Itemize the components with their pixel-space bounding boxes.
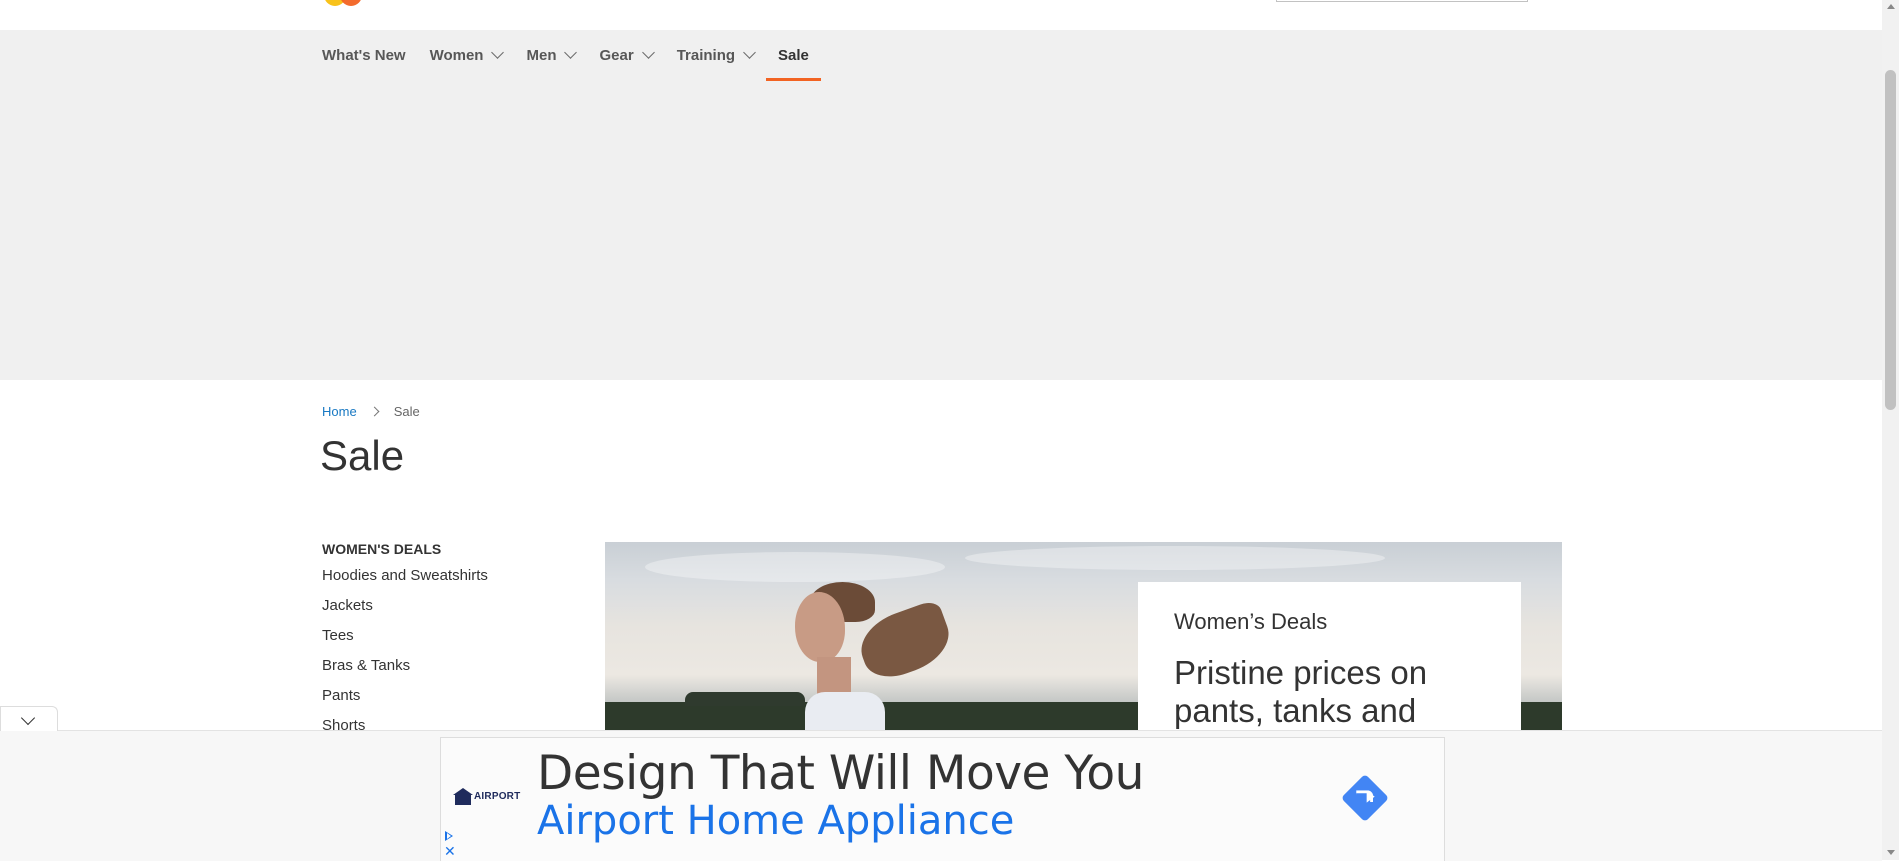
scrollbar-thumb[interactable]	[1885, 70, 1896, 410]
ad-subline[interactable]: Airport Home Appliance	[537, 798, 1014, 844]
nav-item-women[interactable]: Women	[418, 30, 515, 80]
sidebar-item-hoodies[interactable]: Hoodies and Sweatshirts	[322, 566, 562, 596]
sidebar-list: Hoodies and Sweatshirts Jackets Tees Bra…	[322, 566, 562, 746]
chevron-down-icon	[641, 46, 655, 59]
nav-item-label: Training	[676, 46, 736, 64]
sidebar-title: WOMEN'S DEALS	[322, 541, 442, 557]
banner-kicker: Women’s Deals	[1174, 609, 1328, 634]
runner-top-shape	[805, 692, 885, 732]
chevron-right-icon	[369, 406, 380, 417]
advertiser-logo-text: AIRPORT	[474, 791, 521, 802]
sidebar-item-bras-tanks[interactable]: Bras & Tanks	[322, 656, 562, 686]
sidebar-item-pants[interactable]: Pants	[322, 686, 562, 716]
runner-neck-shape	[817, 657, 851, 697]
directions-icon[interactable]	[1340, 773, 1390, 823]
scroll-down-arrow-icon[interactable]	[1887, 850, 1895, 855]
ad-collapse-toggle[interactable]	[0, 706, 58, 731]
chevron-down-icon	[491, 46, 505, 59]
logo-shape-orange	[340, 0, 362, 6]
sidebar-item-jackets[interactable]: Jackets	[322, 596, 562, 626]
nav-item-training[interactable]: Training	[665, 30, 766, 80]
nav-item-whats-new[interactable]: What's New	[322, 30, 418, 80]
womens-deals-banner[interactable]: Women’s Deals Pristine prices on pants, …	[605, 542, 1562, 732]
nav-item-sale[interactable]: Sale	[766, 30, 821, 81]
chevron-down-icon	[743, 46, 756, 59]
search-input[interactable]	[1276, 0, 1528, 2]
advertisement[interactable]: AIRPORT Design That Will Move You Airpor…	[440, 737, 1445, 861]
chevron-down-icon	[20, 710, 36, 726]
nav-item-label: Sale	[778, 46, 809, 64]
ad-choices-icon[interactable]	[444, 830, 454, 842]
house-icon	[453, 788, 473, 805]
category-sidebar: WOMEN'S DEALS Hoodies and Sweatshirts Ja…	[322, 541, 562, 746]
nav-item-label: Women	[429, 46, 484, 64]
sidebar-item-tees[interactable]: Tees	[322, 626, 562, 656]
nav-menu: What's New Women Men Gear Training Sale	[322, 30, 821, 81]
banner-headline: Pristine prices on pants, tanks and	[1174, 654, 1428, 729]
ad-headline[interactable]: Design That Will Move You	[537, 746, 1144, 801]
close-icon[interactable]: ✕	[444, 844, 456, 858]
cloud-shape	[645, 552, 945, 582]
breadcrumb: Home Sale	[322, 404, 420, 419]
advertiser-logo: AIRPORT	[453, 788, 521, 816]
scroll-up-arrow-icon[interactable]	[1887, 4, 1895, 9]
nav-item-men[interactable]: Men	[514, 30, 587, 80]
site-header	[0, 0, 1882, 30]
banner-text-card: Women’s Deals Pristine prices on pants, …	[1138, 582, 1521, 732]
runner-head-shape	[795, 592, 845, 662]
nav-item-label: Gear	[599, 46, 634, 64]
nav-item-gear[interactable]: Gear	[587, 30, 664, 80]
page-scrollbar[interactable]	[1882, 0, 1899, 860]
chevron-down-icon	[564, 46, 578, 59]
nav-item-label: What's New	[322, 46, 406, 64]
cloud-shape	[965, 546, 1385, 570]
nav-item-label: Men	[526, 46, 557, 64]
store-logo[interactable]	[320, 0, 366, 6]
page-title: Sale	[320, 432, 405, 479]
breadcrumb-current: Sale	[393, 404, 420, 419]
breadcrumb-home-link[interactable]: Home	[322, 404, 357, 419]
main-navigation: What's New Women Men Gear Training Sale	[0, 30, 1882, 380]
arrowhead-shape	[1366, 790, 1375, 803]
